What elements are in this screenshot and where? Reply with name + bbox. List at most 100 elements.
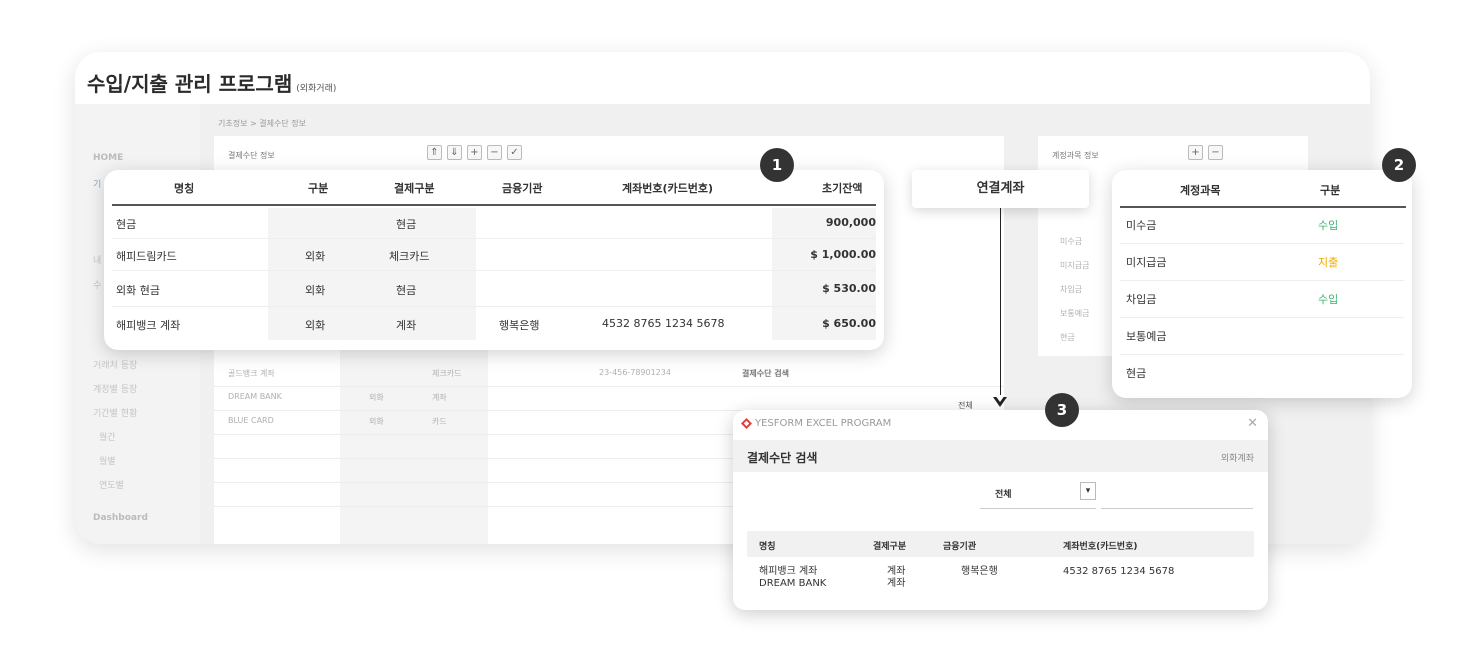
dialog-table-header: 명칭 결제구분 금융기관 계좌번호(카드번호) xyxy=(747,531,1254,557)
dlg-row-name[interactable]: 해피뱅크 계좌 xyxy=(759,566,817,577)
sidebar-item-by-year[interactable]: 연도별 xyxy=(99,478,124,491)
bg-row-cur: 외화 xyxy=(369,393,384,402)
bg-row-type: 제크카드 xyxy=(432,369,462,378)
table-row[interactable]: 외화 현금 외화 현금 $ 530.00 xyxy=(104,276,884,304)
dlg-col-payment-type: 결제구분 xyxy=(873,542,907,552)
yesform-logo-icon xyxy=(741,418,752,429)
cell-payment-type: 현금 xyxy=(396,218,417,231)
sidebar-item-basic[interactable]: 기 xyxy=(93,177,101,190)
cell-balance: 900,000 xyxy=(825,216,876,229)
bg-shade-col xyxy=(340,346,488,544)
bg-row-cur: 외화 xyxy=(369,417,384,426)
cell-name: 외화 현금 xyxy=(116,284,160,297)
header-rule xyxy=(112,204,876,206)
bg-right-panel-title: 계정과목 정보 xyxy=(1052,151,1099,160)
cell-name: 현금 xyxy=(116,218,137,231)
app-title: 수입/지출 관리 프로그램 (외화거래) xyxy=(87,68,336,97)
col-header-currency: 구분 xyxy=(308,182,329,195)
sidebar-item-vendor-ledger[interactable]: 거래처 등장 xyxy=(93,358,137,371)
row-divider xyxy=(112,270,876,271)
bg-search-title: 결제수단 검색 xyxy=(742,369,789,378)
header-rule xyxy=(1120,206,1406,208)
bg-right-row: 미지급금 xyxy=(1060,261,1090,270)
cell-balance: $ 530.00 xyxy=(822,282,876,295)
cell-currency: 외화 xyxy=(305,284,326,297)
plus-icon[interactable]: + xyxy=(467,145,482,160)
sidebar-item-home[interactable]: HOME xyxy=(93,153,123,163)
breadcrumb: 기초정보 > 결제수단 정보 xyxy=(218,119,306,128)
linked-account-label: 연결계좌 xyxy=(912,170,1089,208)
account-type: 수입 xyxy=(1318,219,1339,232)
arrow-up-icon[interactable]: ⇑ xyxy=(427,145,442,160)
account-name[interactable]: 차입금 xyxy=(1126,291,1156,307)
col-header-initial-balance: 초기잔액 xyxy=(822,182,863,195)
dlg-col-account-number: 계좌번호(카드번호) xyxy=(1063,542,1138,552)
dialog-window-title: YESFORM EXCEL PROGRAM xyxy=(755,418,892,429)
dialog-heading-right: 외화계좌 xyxy=(1220,454,1254,464)
bg-row-name: BLUE CARD xyxy=(228,416,274,425)
dlg-row-type: 계좌 xyxy=(887,578,906,589)
sidebar-item-income[interactable]: 수 xyxy=(93,278,101,291)
bg-right-row: 차입금 xyxy=(1060,285,1083,294)
arrow-down-icon xyxy=(993,395,1007,407)
filter-underline xyxy=(980,508,1096,509)
cell-payment-type: 계좌 xyxy=(396,319,417,332)
dlg-col-name: 명칭 xyxy=(759,542,776,552)
bg-right-row: 현금 xyxy=(1060,333,1075,342)
sidebar-item-internal[interactable]: 내 xyxy=(93,253,101,266)
dialog-header: 결제수단 검색 외화계좌 xyxy=(733,440,1268,472)
stage: 수입/지출 관리 프로그램 (외화거래) HOME 기 내 수 거래처 등장 계정… xyxy=(0,0,1459,649)
account-type: 수입 xyxy=(1318,293,1339,306)
step-badge-1: 1 xyxy=(760,148,794,182)
connector-line xyxy=(1000,208,1001,404)
bg-right-row: 보통예금 xyxy=(1060,309,1090,318)
account-type: 지출 xyxy=(1318,256,1339,269)
col-header-account: 계정과목 xyxy=(1180,184,1221,197)
dlg-col-bank: 금융기관 xyxy=(943,542,977,552)
cell-currency: 외화 xyxy=(305,250,326,263)
bg-row-number: 23-456-78901234 xyxy=(599,368,671,377)
sidebar-item-dashboard[interactable]: Dashboard xyxy=(93,513,148,523)
account-name[interactable]: 미지급금 xyxy=(1126,254,1166,270)
dlg-row-name[interactable]: DREAM BANK xyxy=(759,578,826,589)
filter-select-value[interactable]: 전체 xyxy=(995,487,1012,500)
table-row[interactable]: 해피뱅크 계좌 외화 계좌 행복은행 4532 8765 1234 5678 $… xyxy=(104,311,884,339)
payment-method-card: 명칭 구분 결제구분 금융기관 계좌번호(카드번호) 초기잔액 현금 현금 90… xyxy=(104,170,884,350)
search-input[interactable] xyxy=(1101,508,1253,509)
dialog-titlebar[interactable]: YESFORM EXCEL PROGRAM ✕ xyxy=(733,410,1268,438)
step-badge-3: 3 xyxy=(1045,393,1079,427)
minus-icon[interactable]: − xyxy=(1208,145,1223,160)
minus-icon[interactable]: − xyxy=(487,145,502,160)
row-divider xyxy=(1120,354,1404,355)
account-name[interactable]: 현금 xyxy=(1126,365,1146,381)
sidebar-item-by-month[interactable]: 월별 xyxy=(99,454,116,467)
cell-name: 해피드림카드 xyxy=(116,250,177,263)
account-name[interactable]: 미수금 xyxy=(1126,217,1156,233)
dlg-row-bank: 행복은행 xyxy=(961,566,998,577)
sidebar-item-account-ledger[interactable]: 계정별 등장 xyxy=(93,382,137,395)
arrow-down-icon[interactable]: ⇓ xyxy=(447,145,462,160)
sidebar-item-monthly[interactable]: 월간 xyxy=(99,430,116,443)
sidebar-item-period-status[interactable]: 기간별 현황 xyxy=(93,406,137,419)
close-icon[interactable]: ✕ xyxy=(1247,416,1258,431)
table-row[interactable]: 현금 현금 900,000 xyxy=(104,210,884,238)
col-header-account-number: 계좌번호(카드번호) xyxy=(622,182,714,195)
dialog-heading: 결제수단 검색 xyxy=(747,451,818,465)
plus-icon[interactable]: + xyxy=(1188,145,1203,160)
chevron-down-icon[interactable]: ▾ xyxy=(1080,482,1096,500)
cell-bank: 행복은행 xyxy=(499,319,540,332)
bg-right-row: 미수금 xyxy=(1060,237,1083,246)
cell-payment-type: 현금 xyxy=(396,284,417,297)
table-row[interactable]: 해피드림카드 외화 체크카드 $ 1,000.00 xyxy=(104,242,884,270)
bg-row-divider xyxy=(214,386,1004,387)
app-title-text: 수입/지출 관리 프로그램 xyxy=(87,72,293,96)
bg-row-type: 카드 xyxy=(432,417,447,426)
account-name[interactable]: 보통예금 xyxy=(1126,328,1166,344)
account-subject-card: 계정과목 구분 미수금 수입 미지급금 지출 차입금 수입 보통예금 현금 xyxy=(1112,170,1412,398)
col-header-payment-type: 결제구분 xyxy=(394,182,435,195)
cell-name: 해피뱅크 계좌 xyxy=(116,319,181,332)
dlg-row-type: 계좌 xyxy=(887,566,906,577)
check-icon[interactable]: ✓ xyxy=(507,145,522,160)
bg-row-name: DREAM BANK xyxy=(228,392,282,401)
col-header-bank: 금융기관 xyxy=(502,182,543,195)
